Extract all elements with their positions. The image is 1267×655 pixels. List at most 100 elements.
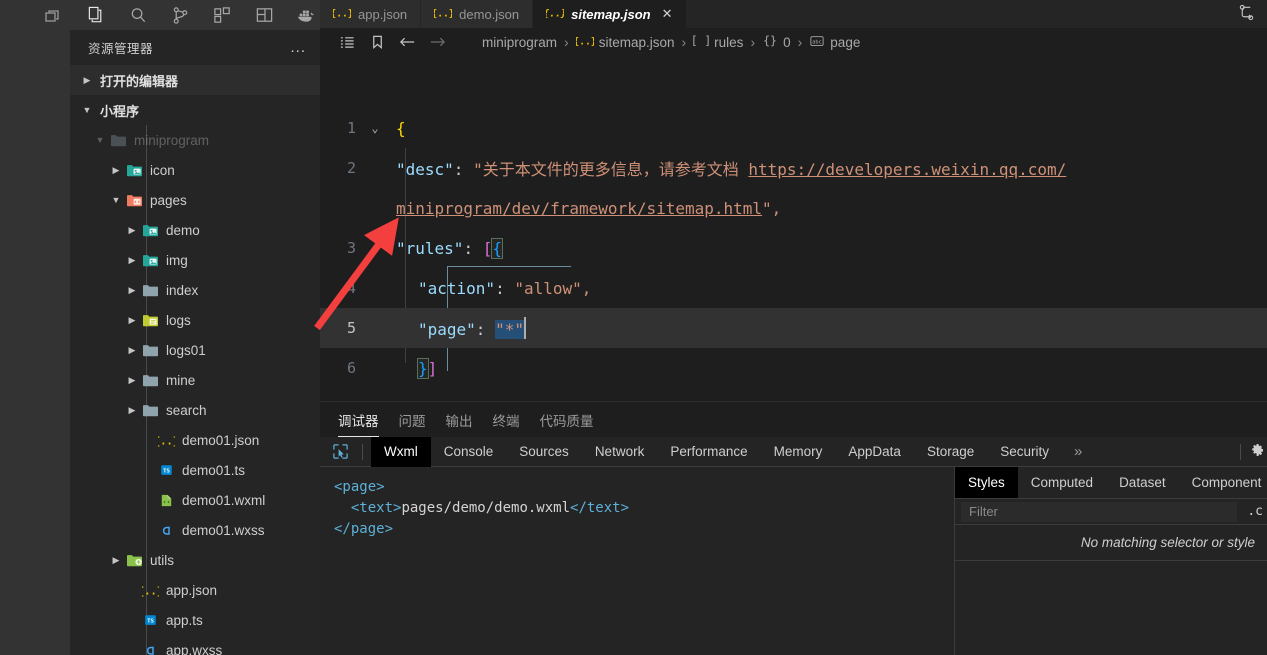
- breadcrumb-item-page[interactable]: abc page: [805, 34, 864, 51]
- svg-text:ᗡ: ᗡ: [146, 645, 154, 655]
- chevron-down-icon[interactable]: ▼: [108, 195, 124, 205]
- outline-icon[interactable]: [334, 31, 360, 53]
- chevron-right-icon[interactable]: ▶: [124, 345, 140, 356]
- bookmark-icon[interactable]: [364, 31, 390, 53]
- styles-tab-computed[interactable]: Computed: [1018, 467, 1106, 498]
- files-icon[interactable]: [84, 3, 108, 27]
- tree-item-utils[interactable]: ▶ utils: [70, 545, 320, 575]
- json-icon: {..}: [432, 6, 455, 23]
- svg-text:TS: TS: [147, 619, 154, 625]
- chevron-right-icon[interactable]: ▶: [124, 225, 140, 236]
- sidebar-section-miniprogram[interactable]: ▼ 小程序: [70, 95, 320, 125]
- tree-item-app-json[interactable]: {..} app.json: [70, 575, 320, 605]
- devtools-tab-console[interactable]: Console: [431, 437, 507, 467]
- search-icon[interactable]: [126, 3, 150, 27]
- devtools-tab-sources[interactable]: Sources: [506, 437, 582, 467]
- chevron-right-icon[interactable]: ▶: [124, 285, 140, 296]
- tree-item-app-ts[interactable]: TS app.ts: [70, 605, 320, 635]
- styles-filter-input[interactable]: Filter: [961, 501, 1238, 522]
- tree-item-logs[interactable]: ▶ logs: [70, 305, 320, 335]
- devtools-tab-storage[interactable]: Storage: [914, 437, 987, 467]
- devtools-tab-appdata[interactable]: AppData: [835, 437, 914, 467]
- breadcrumb-item-miniprogram[interactable]: miniprogram: [478, 35, 561, 50]
- editor-tab-sitemap-json[interactable]: {..} sitemap.json ✕: [533, 0, 687, 28]
- tree-item-mine[interactable]: ▶ mine: [70, 365, 320, 395]
- extensions-icon[interactable]: [210, 3, 234, 27]
- breadcrumb-item-sitemap-json[interactable]: {..} sitemap.json: [572, 34, 679, 51]
- back-arrow-icon[interactable]: [394, 31, 420, 53]
- wxml-tree[interactable]: <page> <text>pages/demo/demo.wxml</text>…: [320, 467, 955, 655]
- tree-item-index[interactable]: ▶ index: [70, 275, 320, 305]
- chevron-right-icon[interactable]: ▶: [124, 315, 140, 326]
- devtools-tab-memory[interactable]: Memory: [761, 437, 836, 467]
- chevron-right-icon[interactable]: ▶: [124, 405, 140, 416]
- code-line-3: 3 ⌄ "rules": [{: [320, 228, 1267, 268]
- panel-tab-代码质量[interactable]: 代码质量: [540, 410, 594, 437]
- tree-item-label: miniprogram: [134, 132, 210, 148]
- tree-item-label: img: [166, 252, 188, 268]
- chevron-right-icon[interactable]: ▶: [108, 165, 124, 176]
- tree-item-demo01-wxss[interactable]: ᗡ demo01.wxss: [70, 515, 320, 545]
- gear-icon[interactable]: [1249, 442, 1263, 461]
- chevron-right-icon[interactable]: ▶: [124, 255, 140, 266]
- json-icon: {..}: [573, 34, 596, 51]
- breadcrumb-separator: ›: [797, 34, 803, 50]
- tree-item-label: demo01.json: [182, 432, 260, 448]
- split-editor-icon[interactable]: [1238, 4, 1255, 24]
- token-page-key: "page": [418, 320, 476, 339]
- panel-tab-bar: 调试器 问题 输出 终端 代码质量: [320, 401, 1267, 437]
- tree-item-demo01-wxml[interactable]: demo01.wxml: [70, 485, 320, 515]
- inspect-cursor-icon[interactable]: [326, 443, 354, 460]
- forward-arrow-icon[interactable]: [424, 31, 450, 53]
- token-open-brace: {: [396, 118, 406, 138]
- token-desc-url-part1[interactable]: https://developers.weixin.qq.com/: [748, 160, 1066, 179]
- panel-tab-问题[interactable]: 问题: [399, 410, 426, 437]
- line-number: 7: [320, 399, 362, 401]
- token-desc-url-part2[interactable]: miniprogram/dev/framework/sitemap.html: [396, 199, 762, 218]
- tree-item-app-wxss[interactable]: ᗡ app.wxss: [70, 635, 320, 655]
- editor-tab-demo-json[interactable]: {..} demo.json: [421, 0, 534, 28]
- chevron-right-icon: ▶: [83, 74, 91, 85]
- fold-chevron-down-icon[interactable]: ⌄: [362, 241, 388, 255]
- styles-tab-styles[interactable]: Styles: [955, 467, 1018, 498]
- panel-tab-输出[interactable]: 输出: [446, 410, 473, 437]
- layout-icon[interactable]: [252, 3, 276, 27]
- breadcrumb-item-rules[interactable]: [ ] rules: [689, 33, 747, 51]
- tree-item-label: demo01.wxss: [182, 522, 265, 538]
- panel-tab-终端[interactable]: 终端: [493, 410, 520, 437]
- devtools-tab-network[interactable]: Network: [582, 437, 658, 467]
- sidebar-section-open-editors[interactable]: ▶ 打开的编辑器: [70, 65, 320, 95]
- devtools-tab-wxml[interactable]: Wxml: [371, 436, 431, 467]
- tree-item-search[interactable]: ▶ search: [70, 395, 320, 425]
- styles-cls-button[interactable]: .c: [1237, 504, 1267, 519]
- tree-item-pages[interactable]: ▼ pages: [70, 185, 320, 215]
- tree-item-demo[interactable]: ▶ demo: [70, 215, 320, 245]
- panel-tab-调试器[interactable]: 调试器: [338, 410, 379, 437]
- close-icon[interactable]: ✕: [662, 6, 673, 22]
- chevron-right-icon[interactable]: ▶: [124, 375, 140, 386]
- tree-item-logs01[interactable]: ▶ logs01: [70, 335, 320, 365]
- sidebar-more-button[interactable]: ...: [290, 39, 306, 56]
- devtools: Wxml Console Sources Network Performance Memo…: [320, 436, 1267, 655]
- chevron-down-icon[interactable]: ▼: [92, 135, 108, 145]
- fold-chevron-down-icon[interactable]: ⌄: [362, 121, 388, 135]
- tree-item-miniprogram[interactable]: ▼ miniprogram: [70, 125, 320, 155]
- styles-tab-component[interactable]: Component: [1179, 467, 1267, 498]
- devtools-tab-security[interactable]: Security: [987, 437, 1062, 467]
- devtools-tab-performance[interactable]: Performance: [657, 437, 760, 467]
- tree-item-demo01-json[interactable]: {..} demo01.json: [70, 425, 320, 455]
- chevron-right-icon[interactable]: ▶: [108, 555, 124, 566]
- styles-tab-dataset[interactable]: Dataset: [1106, 467, 1179, 498]
- tree-item-demo01-ts[interactable]: TS demo01.ts: [70, 455, 320, 485]
- devtools-more-button[interactable]: »: [1062, 443, 1094, 460]
- breadcrumb-item-0[interactable]: {} 0: [758, 33, 795, 51]
- editor-tab-app-json[interactable]: {..} app.json: [320, 0, 422, 28]
- docker-icon[interactable]: [294, 3, 318, 27]
- source-control-icon[interactable]: [168, 3, 192, 27]
- window-restore-icon[interactable]: [36, 4, 70, 30]
- token-page-value-selected[interactable]: "*": [495, 320, 524, 339]
- breadcrumb-separator: ›: [564, 34, 569, 50]
- tree-item-icon[interactable]: ▶ icon: [70, 155, 320, 185]
- code-editor[interactable]: 1 ⌄ { 2 "desc": "关于本文件的更多信息，请参考文档 https:…: [320, 56, 1267, 401]
- tree-item-img[interactable]: ▶ img: [70, 245, 320, 275]
